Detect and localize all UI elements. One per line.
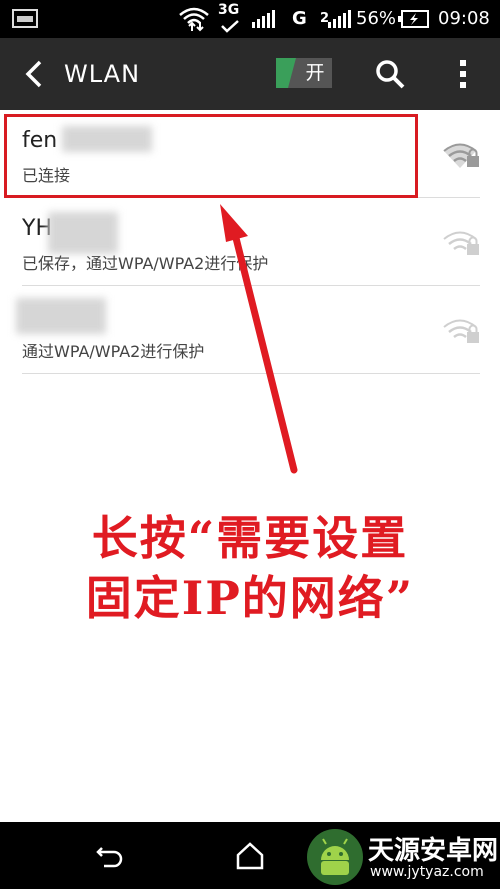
wifi-network-item[interactable]: YH 已保存，通过WPA/WPA2进行保护 [0,198,500,286]
watermark-title: 天源安卓网 [368,836,499,866]
wifi-network-item[interactable]: 通过WPA/WPA2进行保护 [0,286,500,374]
wifi-secured-icon [443,319,479,343]
toggle-label: 开 [305,62,325,84]
battery-percent: 56% [356,8,397,29]
search-icon[interactable] [374,58,406,90]
network-status: 通过WPA/WPA2进行保护 [22,342,205,361]
signal-bars-icon [252,10,275,28]
wifi-status-icon [179,7,209,32]
wifi-secured-icon [443,143,479,168]
clock-time: 09:08 [438,8,490,29]
network-status: 已保存，通过WPA/WPA2进行保护 [22,254,269,273]
page-title: WLAN [64,60,141,88]
battery-charging-icon [398,10,429,28]
back-arrow-icon[interactable] [18,56,54,92]
highlight-box [4,114,418,198]
network-g-label: G [292,8,307,29]
annotation-line-1: 长按“需要设置 [91,511,409,565]
annotation-line-2: 固定IP的网络” [85,571,415,625]
overflow-menu-icon[interactable] [456,58,470,90]
toggle-on-indicator [276,58,296,88]
row-divider [22,373,480,374]
redacted-blur [16,298,106,334]
screenshot-notification-icon [12,9,38,28]
app-bar: WLAN 开 [0,38,500,110]
watermark-logo: 天源安卓网 www.jytyaz.com [300,824,500,889]
watermark-url: www.jytyaz.com [370,864,484,880]
check-icon [221,20,239,33]
back-nav-icon[interactable] [94,840,126,872]
wlan-toggle-switch[interactable]: 开 [276,58,332,88]
signal-bars-2-icon [328,10,351,28]
status-bar: 3G G 2 56% 09:08 [0,0,500,38]
android-logo-icon [307,829,363,885]
redacted-blur [48,212,118,254]
wifi-secured-icon [443,231,479,255]
home-nav-icon[interactable] [234,840,266,872]
